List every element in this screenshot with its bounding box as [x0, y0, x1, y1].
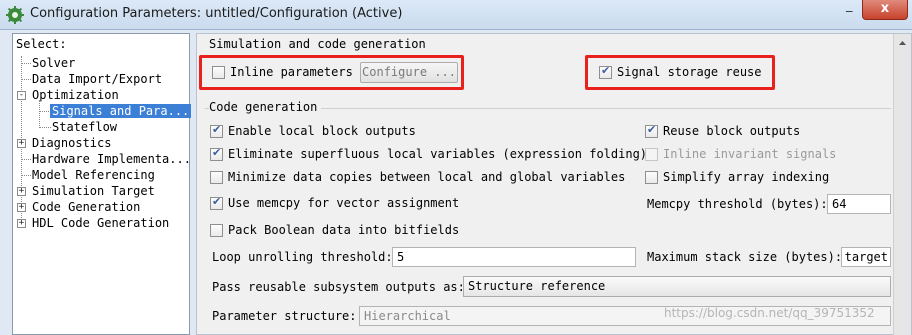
tree-item-solver[interactable]: Solver: [32, 56, 75, 70]
eliminate-superfluous-checkbox[interactable]: [210, 146, 223, 161]
highlight-box-inline-parameters: [199, 55, 464, 90]
simplify-array-indexing-label: Simplify array indexing: [663, 170, 830, 184]
tree-guide: [39, 100, 40, 128]
tree-item-code-generation[interactable]: Code Generation: [32, 200, 140, 214]
enable-local-block-outputs-label: Enable local block outputs: [228, 124, 416, 138]
minimize-icon: _: [846, 0, 853, 13]
memcpy-threshold-input[interactable]: 64: [827, 194, 891, 214]
group-title-simulation: Simulation and code generation: [209, 37, 430, 51]
simulink-gear-icon: [6, 6, 24, 24]
highlight-box-signal-storage: [585, 55, 775, 90]
tree-item-signals-and-parameters[interactable]: Signals and Para...: [50, 104, 192, 118]
title-bar: Configuration Parameters: untitled/Confi…: [0, 0, 912, 30]
use-memcpy-checkbox[interactable]: [210, 195, 223, 210]
tree-item-hardware-implementation[interactable]: Hardware Implementa...: [32, 152, 191, 166]
scroll-up-icon[interactable]: [896, 36, 909, 50]
expand-icon[interactable]: +: [17, 187, 26, 196]
use-memcpy-label: Use memcpy for vector assignment: [228, 196, 460, 210]
reuse-block-outputs-label: Reuse block outputs: [663, 124, 801, 138]
pass-reusable-outputs-select[interactable]: Structure reference: [463, 276, 891, 297]
eliminate-superfluous-label: Eliminate superfluous local variables (e…: [228, 147, 648, 161]
close-icon: x: [880, 1, 890, 16]
inline-invariant-signals-checkbox[interactable]: [645, 148, 658, 161]
inline-invariant-signals-label: Inline invariant signals: [663, 147, 837, 161]
watermark: https://blog.csdn.net/qq_39751352: [664, 306, 875, 320]
tree-item-simulation-target[interactable]: Simulation Target: [32, 184, 155, 198]
tree-guide: [21, 79, 31, 80]
vertical-scrollbar[interactable]: [893, 34, 911, 335]
tree-guide: [21, 63, 31, 64]
max-stack-size-input[interactable]: Inherit from target: [841, 247, 891, 267]
max-stack-size-value: Inherit from target: [842, 250, 888, 264]
tree-item-model-referencing[interactable]: Model Referencing: [32, 168, 155, 182]
memcpy-threshold-label: Memcpy threshold (bytes):: [647, 197, 828, 211]
simplify-array-indexing-checkbox[interactable]: [645, 171, 658, 184]
tree-item-stateflow[interactable]: Stateflow: [52, 120, 117, 134]
enable-local-block-outputs-checkbox[interactable]: [210, 123, 223, 138]
tree-guide: [39, 127, 51, 128]
expand-icon[interactable]: +: [17, 219, 26, 228]
tree-guide: [21, 159, 31, 160]
max-stack-size-label: Maximum stack size (bytes):: [647, 250, 843, 264]
expand-icon[interactable]: +: [17, 139, 26, 148]
pack-boolean-checkbox[interactable]: [210, 224, 223, 237]
tree-item-optimization[interactable]: Optimization: [32, 88, 119, 102]
tree-item-data-import-export[interactable]: Data Import/Export: [32, 72, 162, 86]
pass-reusable-outputs-value: Structure reference: [468, 279, 606, 293]
parameter-structure-label: Parameter structure:: [212, 309, 357, 323]
group-title-code-generation: Code generation: [209, 100, 322, 114]
pack-boolean-label: Pack Boolean data into bitfields: [228, 223, 460, 237]
tree-guide: [21, 175, 31, 176]
close-button[interactable]: x: [862, 0, 908, 20]
tree-title: Select:: [16, 37, 67, 51]
pass-reusable-outputs-label: Pass reusable subsystem outputs as:: [212, 280, 465, 294]
minimize-data-copies-checkbox[interactable]: [210, 171, 223, 184]
minimize-data-copies-label: Minimize data copies between local and g…: [228, 170, 626, 184]
expand-icon[interactable]: +: [17, 203, 26, 212]
loop-unrolling-label: Loop unrolling threshold:: [212, 250, 393, 264]
collapse-icon[interactable]: -: [17, 91, 26, 100]
tree-item-diagnostics[interactable]: Diagnostics: [32, 136, 111, 150]
reuse-block-outputs-checkbox[interactable]: [645, 123, 658, 138]
window-title: Configuration Parameters: untitled/Confi…: [30, 6, 403, 21]
category-tree[interactable]: Select: - + + + + Solver Data Import/Exp…: [12, 33, 192, 335]
tree-item-hdl-code-generation[interactable]: HDL Code Generation: [32, 216, 169, 230]
minimize-button[interactable]: _: [840, 0, 860, 20]
loop-unrolling-input[interactable]: 5: [392, 247, 636, 267]
